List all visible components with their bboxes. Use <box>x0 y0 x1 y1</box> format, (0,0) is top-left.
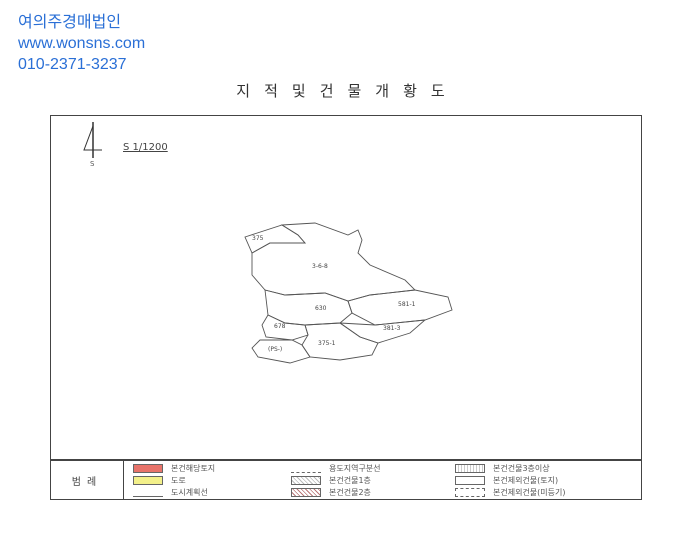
parcel-map <box>244 222 453 364</box>
watermark: 여의주경매법인 www.wonsns.com 010-2371-3237 <box>18 12 145 75</box>
north-arrow: S <box>78 120 108 179</box>
watermark-phone: 010-2371-3237 <box>18 56 127 73</box>
parcel-label: (PS-) <box>268 346 283 353</box>
legend-swatch <box>291 464 321 473</box>
legend-item: 본건해당토지 <box>133 463 215 474</box>
cadastral-map: 375 3-6-8 630 581-1 678 381-3 375-1 (PS-… <box>230 215 470 379</box>
legend-label: 용도지역구분선 <box>329 464 381 473</box>
legend-label: 본건제외건물(미등기) <box>493 488 566 497</box>
legend: 범례 본건해당토지 도로 도시계획선 용도지역구분선 본건건물1층 본건건물2층… <box>50 460 642 500</box>
parcel-label: 375 <box>252 235 264 242</box>
parcel-label: 678 <box>274 323 286 330</box>
legend-item: 본건건물2층 <box>291 487 371 498</box>
legend-label: 도로 <box>171 476 186 485</box>
watermark-name: 여의주경매법인 <box>18 14 122 31</box>
legend-label: 본건건물1층 <box>329 476 371 485</box>
legend-label: 본건제외건물(토지) <box>493 476 559 485</box>
legend-item: 본건제외건물(토지) <box>455 475 558 486</box>
parcel-375-1 <box>301 322 379 361</box>
legend-item: 도로 <box>133 475 186 486</box>
legend-item: 본건건물3층이상 <box>455 463 550 474</box>
legend-label: 본건해당토지 <box>171 464 216 473</box>
legend-swatch <box>455 464 485 473</box>
scale-label: S 1/1200 <box>123 142 168 153</box>
legend-swatch <box>291 488 321 497</box>
legend-title: 범례 <box>51 461 124 499</box>
legend-swatch <box>133 476 163 485</box>
parcel-label: 375-1 <box>318 340 336 347</box>
legend-item: 용도지역구분선 <box>291 463 381 474</box>
legend-label: 도시계획선 <box>171 488 208 497</box>
legend-item: 본건제외건물(미등기) <box>455 487 565 498</box>
legend-swatch <box>291 476 321 485</box>
legend-label: 본건건물3층이상 <box>493 464 550 473</box>
legend-swatch <box>455 488 485 497</box>
legend-swatch <box>455 476 485 485</box>
legend-label: 본건건물2층 <box>329 488 371 497</box>
parcel-label: 3-6-8 <box>312 263 328 270</box>
legend-swatch <box>133 488 163 497</box>
parcel-label: 381-3 <box>383 325 401 332</box>
watermark-url: www.wonsns.com <box>18 35 146 52</box>
north-label: S <box>90 160 95 168</box>
legend-swatch <box>133 464 163 473</box>
legend-item: 도시계획선 <box>133 487 208 498</box>
parcel-label: 581-1 <box>398 301 416 308</box>
document-title: 지적및건물개황도 <box>236 82 459 100</box>
legend-item: 본건건물1층 <box>291 475 371 486</box>
parcel-main <box>251 222 416 302</box>
parcel-label: 630 <box>315 305 327 312</box>
